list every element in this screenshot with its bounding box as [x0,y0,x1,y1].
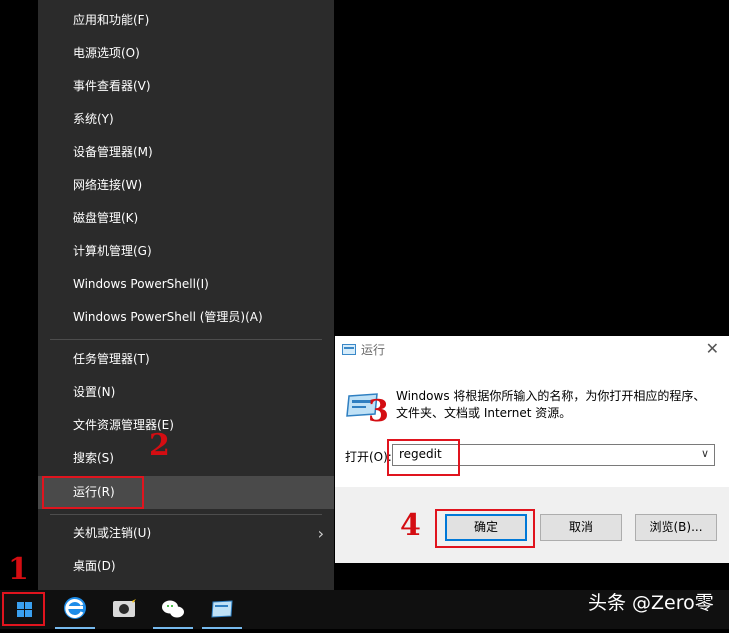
menu-item-event-viewer[interactable]: 事件查看器(V) [38,70,334,103]
menu-item-powershell-admin[interactable]: Windows PowerShell (管理员)(A) [38,301,334,334]
menu-separator [50,339,322,340]
highlight-start-button [2,592,45,626]
run-dialog-description: Windows 将根据你所输入的名称，为你打开相应的程序、文件夹、文档或 Int… [396,389,706,420]
cancel-button[interactable]: 取消 [540,514,622,541]
wechat-icon [162,600,184,618]
taskbar-edge[interactable] [55,590,95,629]
taskbar-camera[interactable] [104,590,144,629]
menu-item-search[interactable]: 搜索(S) [38,442,334,475]
menu-item-label: 关机或注销(U) [73,526,152,540]
step-number-2: 2 [149,428,170,463]
menu-item-file-explorer[interactable]: 文件资源管理器(E) [38,409,334,442]
edge-browser-icon [64,597,86,619]
menu-item-settings[interactable]: 设置(N) [38,376,334,409]
highlight-input [387,439,460,476]
chevron-right-icon: › [317,524,324,543]
run-app-icon [211,600,233,618]
menu-item-network-connections[interactable]: 网络连接(W) [38,169,334,202]
menu-item-apps-features[interactable]: 应用和功能(F) [38,4,334,37]
close-icon[interactable]: ✕ [706,339,719,358]
menu-item-disk-management[interactable]: 磁盘管理(K) [38,202,334,235]
menu-item-shutdown-signout[interactable]: 关机或注销(U) › [38,517,334,550]
menu-item-task-manager[interactable]: 任务管理器(T) [38,343,334,376]
run-dialog-title: 运行 [361,343,386,357]
run-dialog-titlebar[interactable]: 运行 ✕ [335,336,729,363]
step-number-1: 1 [8,552,29,587]
menu-item-powershell[interactable]: Windows PowerShell(I) [38,268,334,301]
step-number-4: 4 [400,508,421,543]
menu-item-computer-management[interactable]: 计算机管理(G) [38,235,334,268]
menu-item-device-manager[interactable]: 设备管理器(M) [38,136,334,169]
watermark: 头条 @Zero零 [588,592,714,614]
browse-button[interactable]: 浏览(B)... [635,514,717,541]
menu-separator [50,514,322,515]
highlight-run-item [42,476,144,509]
menu-item-system[interactable]: 系统(Y) [38,103,334,136]
highlight-ok-button [435,509,535,548]
menu-item-power-options[interactable]: 电源选项(O) [38,37,334,70]
taskbar-wechat[interactable] [153,590,193,629]
chevron-down-icon[interactable]: ∨ [701,447,709,460]
run-app-icon [342,344,356,355]
menu-item-desktop[interactable]: 桌面(D) [38,550,334,583]
step-number-3: 3 [368,394,389,429]
taskbar-run[interactable] [202,590,242,629]
open-label: 打开(O): [345,450,392,464]
camera-app-icon [113,597,136,617]
